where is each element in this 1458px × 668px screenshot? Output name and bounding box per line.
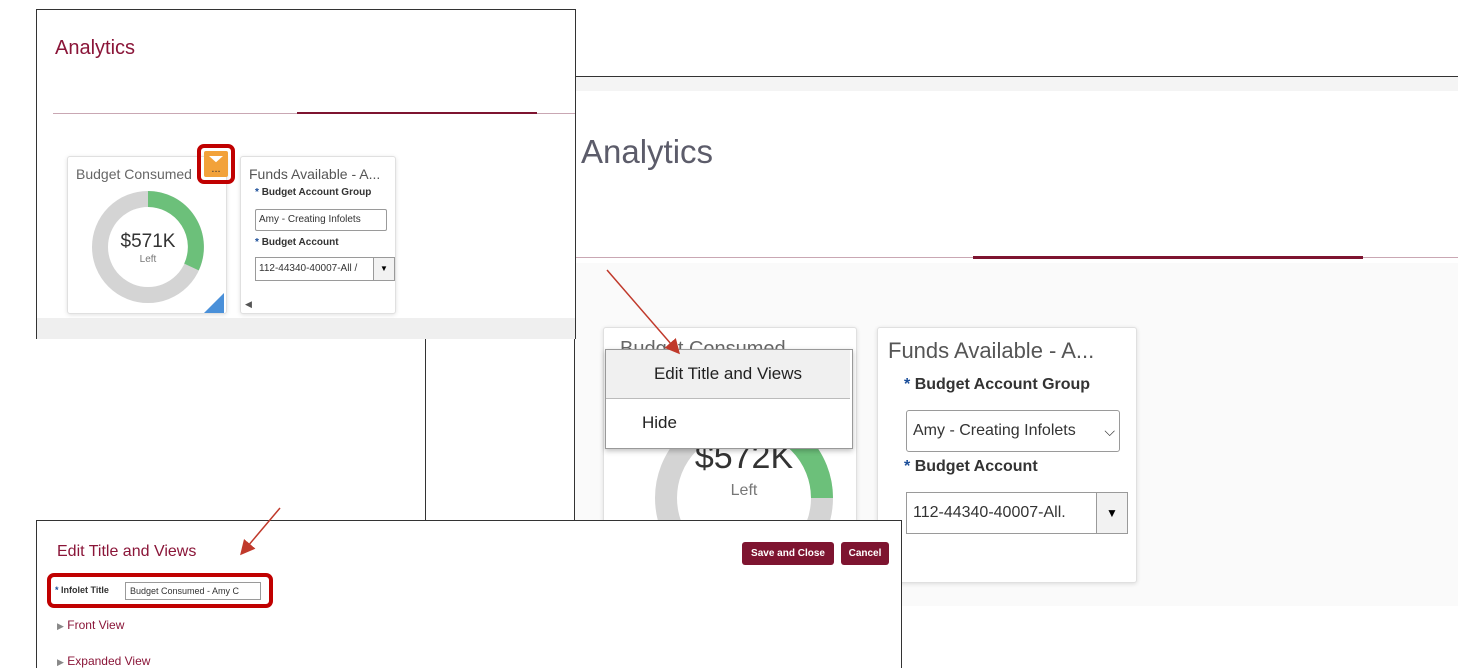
annotation-arrows xyxy=(240,269,680,556)
arrow-to-menu xyxy=(606,269,680,355)
arrow-to-dialog xyxy=(240,507,281,556)
